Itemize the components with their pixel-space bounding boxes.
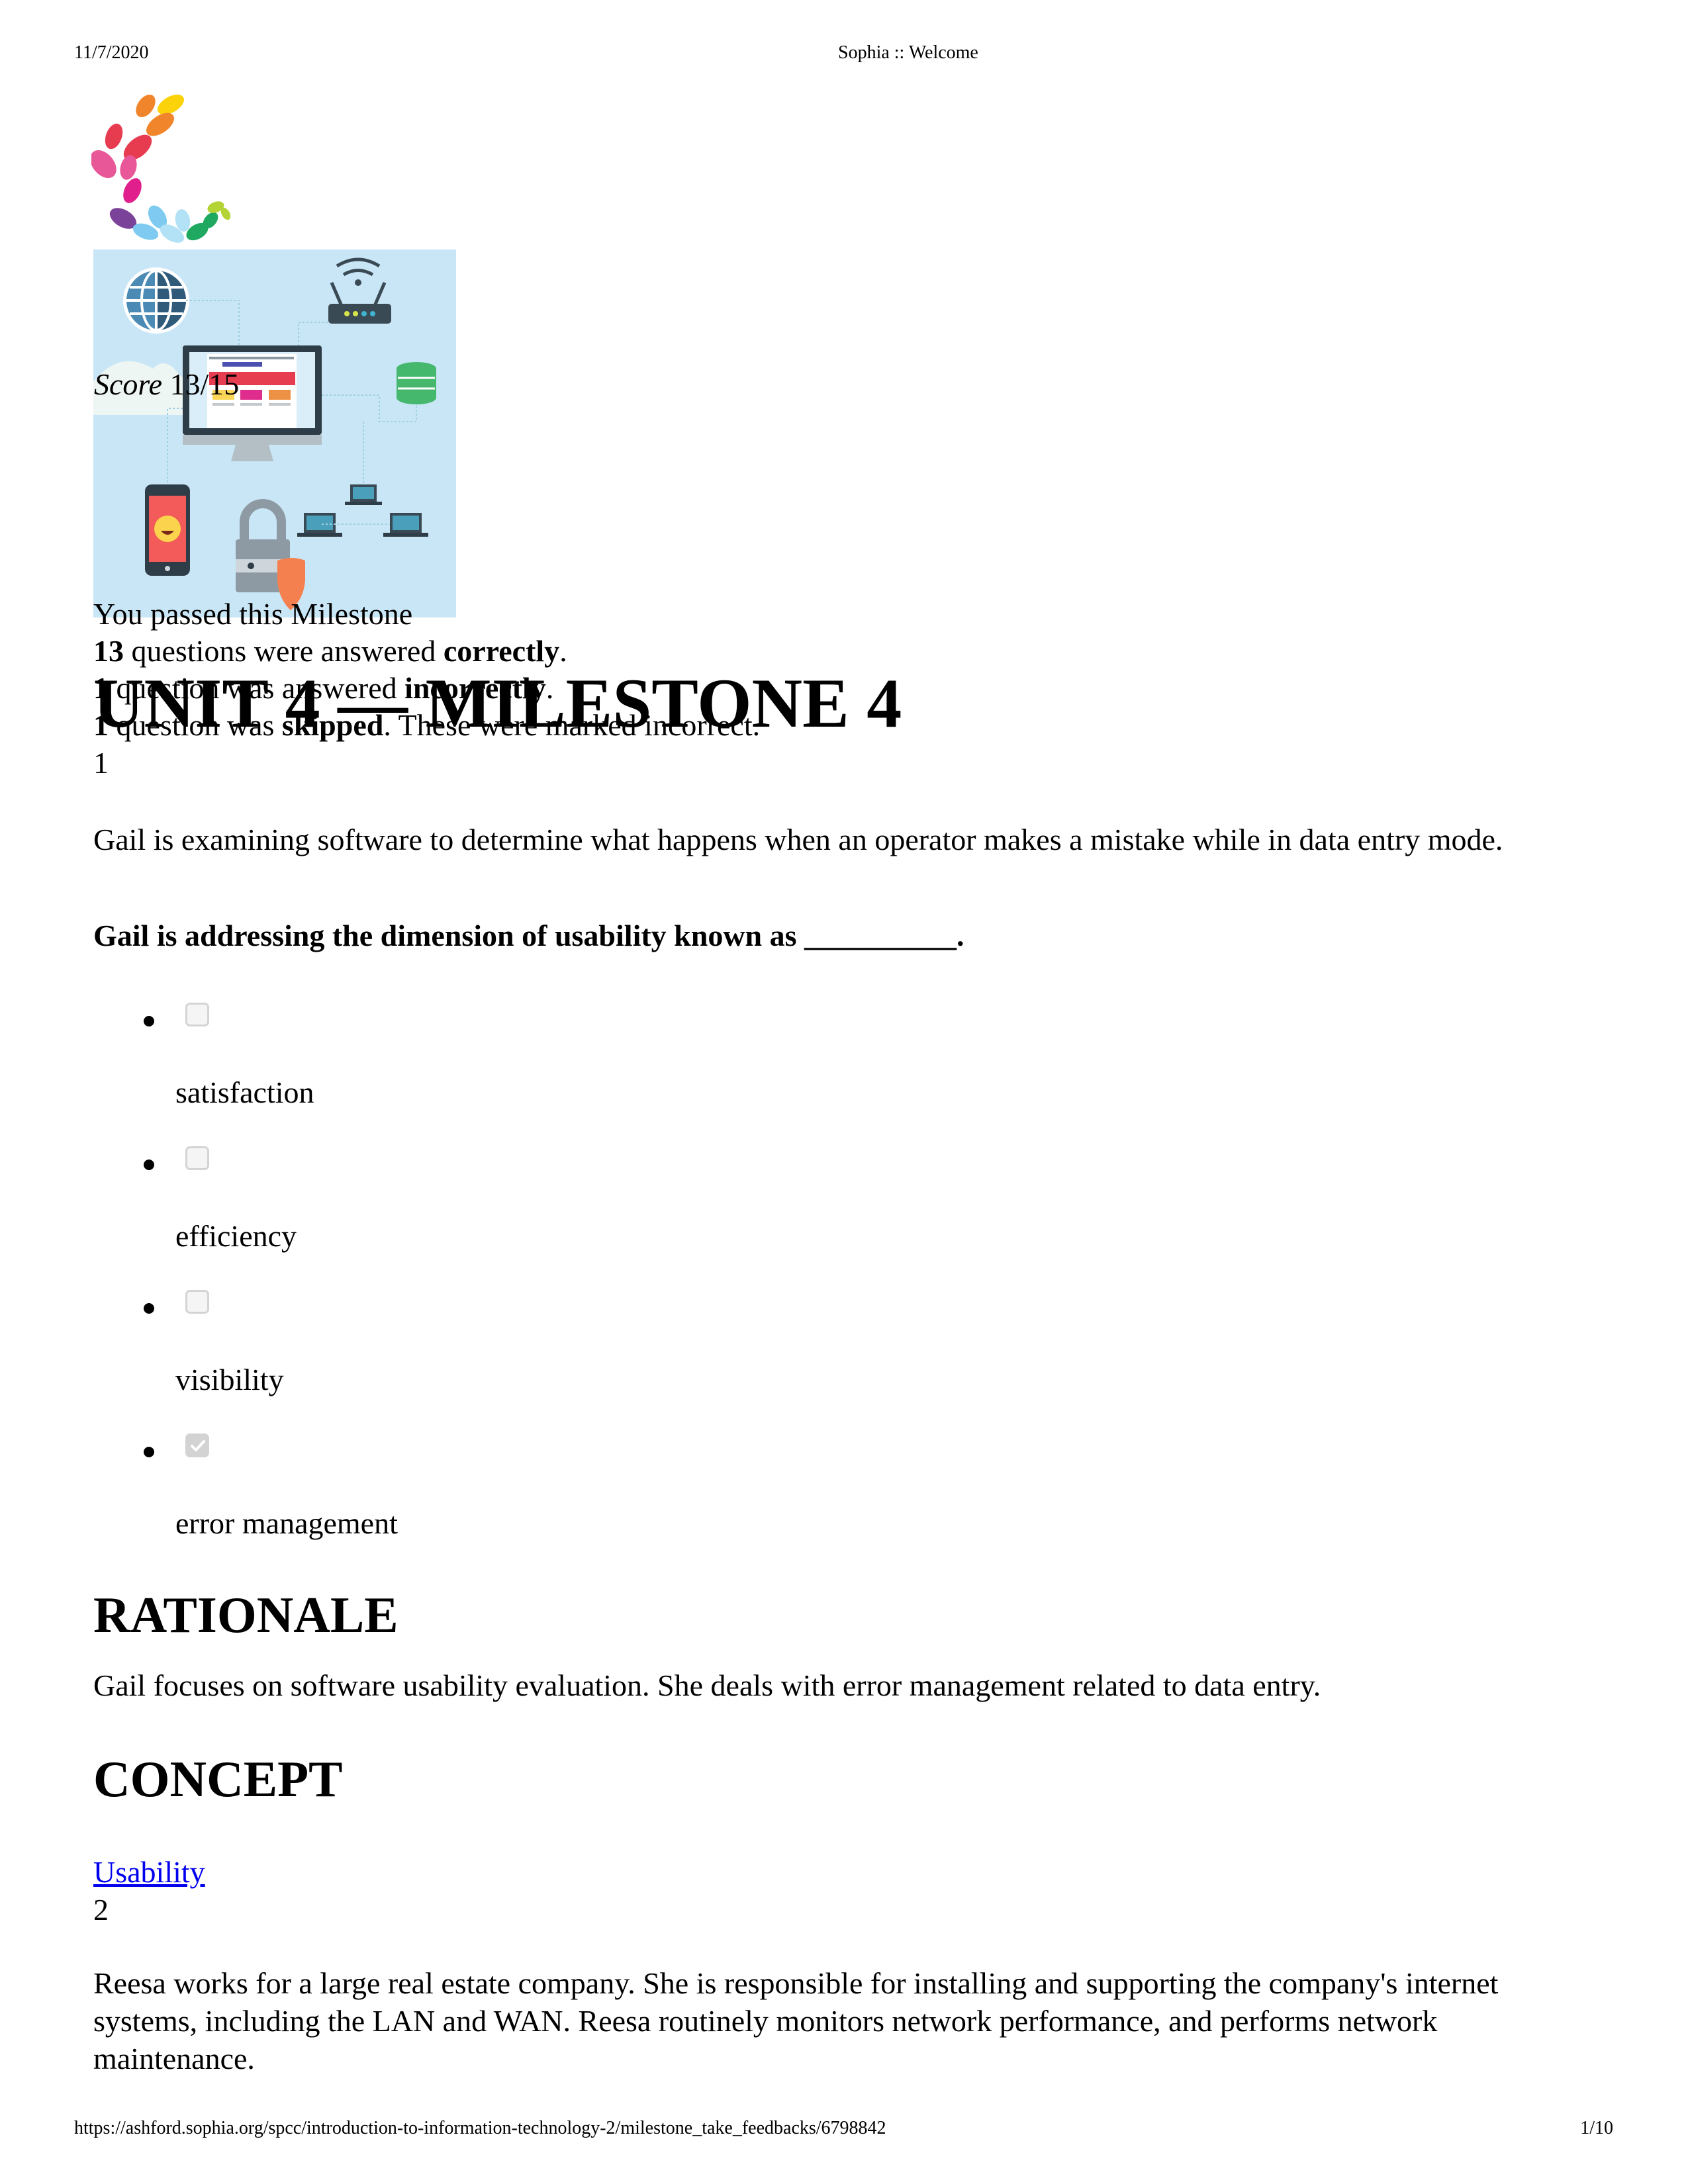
smartphone-icon [145, 484, 190, 576]
sophia-logo [90, 91, 231, 244]
rationale-text: Gail focuses on software usability evalu… [93, 1668, 1321, 1702]
hero-image [93, 250, 456, 617]
answer-checkbox[interactable] [185, 1146, 209, 1170]
print-page-number: 1/10 [1580, 2118, 1613, 2138]
answer-option[interactable]: satisfaction [93, 999, 888, 1143]
question-number: 1 [93, 746, 109, 780]
answer-checkbox[interactable] [185, 1290, 209, 1314]
passed-message: You passed this Milestone [93, 597, 413, 631]
score-label: Score [94, 367, 163, 401]
question-number: 2 [93, 1893, 109, 1927]
globe-icon [123, 267, 189, 334]
question-prompt: Gail is addressing the dimension of usab… [93, 919, 964, 952]
correct-count: 13 [93, 634, 124, 668]
print-page-title: Sophia :: Welcome [838, 42, 978, 63]
answer-option[interactable]: efficiency [93, 1143, 888, 1287]
bullet-icon [144, 1303, 154, 1314]
it-network-illustration-icon [93, 250, 456, 617]
bullet-icon [144, 1016, 154, 1026]
answer-checkbox-checked[interactable] [185, 1433, 209, 1457]
monitor-icon [183, 345, 322, 461]
answer-label: efficiency [175, 1219, 297, 1253]
print-url: https://ashford.sophia.org/spcc/introduc… [74, 2118, 886, 2138]
sophia-leaf-logo-icon [90, 94, 231, 243]
bullet-icon [144, 1160, 154, 1170]
rationale-heading: RATIONALE [93, 1586, 399, 1643]
question-text: Reesa works for a large real estate comp… [93, 1966, 1499, 2075]
concept-link-usability[interactable]: Usability [93, 1853, 205, 1891]
correct-text: questions were answered [124, 634, 444, 668]
question-text: Gail is examining software to determine … [93, 823, 1503, 856]
answer-checkbox[interactable] [185, 1003, 209, 1026]
correct-word: correctly [443, 634, 560, 668]
answer-option[interactable]: visibility [93, 1287, 888, 1430]
print-date: 11/7/2020 [74, 42, 149, 63]
answer-label: visibility [175, 1363, 284, 1396]
score-value: 13/15 [169, 367, 240, 401]
answer-label: error management [175, 1506, 398, 1540]
answer-label: satisfaction [175, 1075, 314, 1109]
answer-options: satisfaction efficiency visibility error… [93, 999, 888, 1574]
database-icon [397, 362, 436, 404]
score: Score 13/15 [94, 366, 239, 403]
answer-option-selected[interactable]: error management [93, 1430, 888, 1574]
correct-period: . [559, 634, 567, 668]
concept-heading: CONCEPT [93, 1751, 343, 1807]
bullet-icon [144, 1447, 154, 1457]
page-title: UNIT 4 — MILESTONE 4 [93, 664, 902, 742]
checkmark-icon [191, 1440, 205, 1451]
